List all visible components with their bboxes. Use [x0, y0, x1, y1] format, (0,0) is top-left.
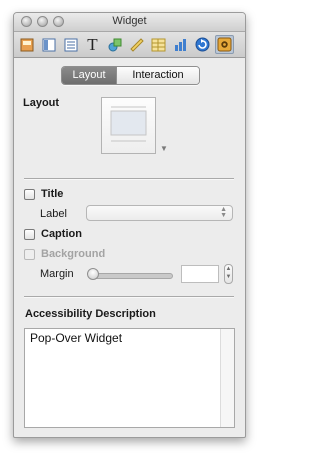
- table-inspector-icon[interactable]: [149, 35, 168, 54]
- text-inspector-icon[interactable]: T: [83, 35, 102, 54]
- label-field-label: Label: [40, 208, 67, 220]
- caption-label: Caption: [41, 228, 82, 240]
- widget-inspector-icon[interactable]: [17, 35, 36, 54]
- popup-arrows-icon: ▲ ▼: [220, 206, 227, 219]
- margin-input[interactable]: [181, 265, 219, 283]
- title-checkbox[interactable]: [24, 189, 35, 200]
- metrics-inspector-icon[interactable]: [127, 35, 146, 54]
- layout-picker[interactable]: [101, 97, 156, 154]
- chart-inspector-icon[interactable]: [171, 35, 190, 54]
- margin-slider-track[interactable]: [93, 273, 173, 279]
- accessibility-description-field[interactable]: Pop-Over Widget: [24, 328, 235, 428]
- label-popup[interactable]: ▲ ▼: [86, 205, 233, 221]
- background-label: Background: [41, 248, 106, 260]
- settings-inspector-icon[interactable]: [215, 35, 234, 54]
- margin-slider-knob[interactable]: [87, 268, 99, 280]
- title-label: Title: [41, 188, 64, 200]
- tab-interaction[interactable]: Interaction: [116, 67, 199, 84]
- background-checkbox: [24, 249, 35, 260]
- title-bar: Widget: [14, 13, 245, 32]
- inspector-tab-control: Layout Interaction: [61, 66, 200, 85]
- inspector-window: Widget T Layout Interaction Layout ▼ Tit…: [13, 12, 246, 438]
- layout-heading: Layout: [23, 97, 60, 109]
- margin-label: Margin: [40, 268, 74, 280]
- textarea-scrollbar[interactable]: [220, 329, 234, 427]
- accessibility-description-text: Pop-Over Widget: [30, 331, 123, 345]
- section-divider: [24, 178, 234, 180]
- graphic-inspector-icon[interactable]: [105, 35, 124, 54]
- list-inspector-icon[interactable]: [61, 35, 80, 54]
- tab-layout[interactable]: Layout: [62, 67, 116, 84]
- caption-checkbox[interactable]: [24, 229, 35, 240]
- layout-inspector-icon[interactable]: [39, 35, 58, 54]
- inspector-toolbar: T: [14, 32, 245, 58]
- accessibility-heading: Accessibility Description: [25, 308, 156, 320]
- layout-preview-icon: [110, 106, 147, 142]
- margin-stepper[interactable]: ▲ ▼: [224, 264, 233, 284]
- window-title: Widget: [112, 15, 147, 27]
- link-inspector-icon[interactable]: [193, 35, 212, 54]
- layout-dropdown-arrow-icon[interactable]: ▼: [160, 144, 168, 153]
- section-divider: [24, 296, 234, 298]
